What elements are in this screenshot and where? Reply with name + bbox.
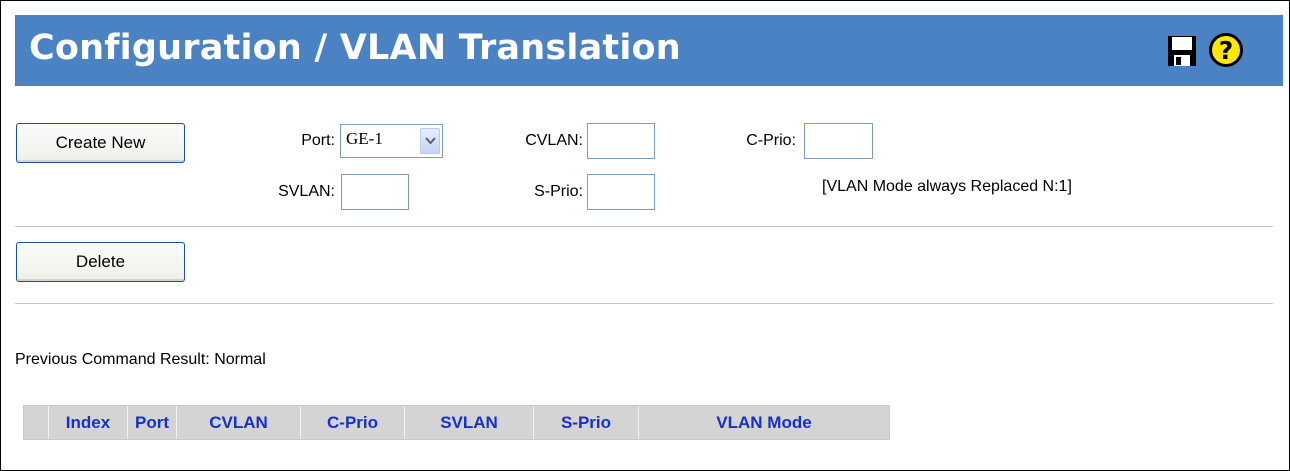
- c-prio-input[interactable]: [804, 123, 873, 159]
- question-mark-icon[interactable]: ?: [1209, 33, 1243, 67]
- chevron-down-icon[interactable]: [420, 128, 440, 154]
- delete-button[interactable]: Delete: [16, 242, 185, 282]
- port-select-value: GE-1: [346, 129, 383, 148]
- port-label: Port:: [301, 132, 335, 149]
- column-header-cvlan[interactable]: CVLAN: [177, 406, 301, 439]
- title-bar: Configuration / VLAN Translation ?: [15, 15, 1283, 86]
- svlan-label: SVLAN:: [278, 183, 335, 200]
- port-select[interactable]: GE-1: [340, 124, 443, 158]
- command-result-text: Previous Command Result: Normal: [15, 351, 266, 368]
- s-prio-input[interactable]: [587, 174, 655, 210]
- cvlan-label: CVLAN:: [525, 132, 583, 149]
- svg-text:?: ?: [1219, 36, 1234, 65]
- floppy-disk-icon[interactable]: [1167, 35, 1197, 67]
- column-header-vlan-mode[interactable]: VLAN Mode: [639, 406, 889, 439]
- column-header-port[interactable]: Port: [128, 406, 177, 439]
- s-prio-label: S-Prio:: [534, 183, 583, 200]
- cvlan-input[interactable]: [587, 123, 655, 159]
- column-header-s-prio[interactable]: S-Prio: [534, 406, 639, 439]
- column-header-svlan[interactable]: SVLAN: [405, 406, 534, 439]
- column-header-select: [24, 406, 49, 439]
- divider: [15, 303, 1273, 304]
- create-new-button[interactable]: Create New: [16, 123, 185, 163]
- svlan-input[interactable]: [341, 174, 409, 210]
- divider: [15, 226, 1273, 227]
- page-title: Configuration / VLAN Translation: [29, 28, 681, 68]
- vlan-table-header: Index Port CVLAN C-Prio SVLAN S-Prio VLA…: [23, 405, 890, 440]
- column-header-index[interactable]: Index: [49, 406, 128, 439]
- vlan-mode-note: [VLAN Mode always Replaced N:1]: [822, 178, 1072, 195]
- c-prio-label: C-Prio:: [746, 132, 796, 149]
- column-header-c-prio[interactable]: C-Prio: [301, 406, 405, 439]
